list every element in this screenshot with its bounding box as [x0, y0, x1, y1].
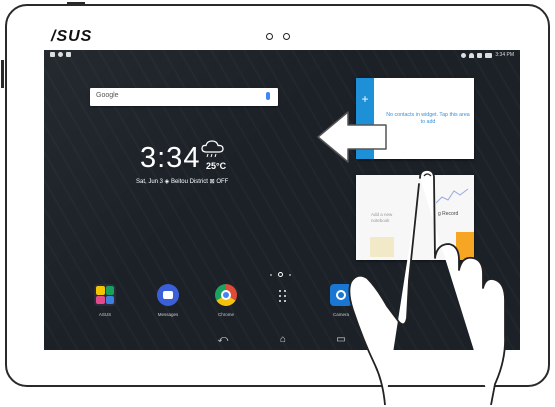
temperature: 25°C	[206, 161, 227, 171]
moon-icon	[461, 52, 467, 58]
clock-time[interactable]: 3:34	[140, 142, 200, 175]
app-label: ASUS	[98, 312, 112, 317]
rain-cloud-icon	[201, 140, 224, 158]
chrome-icon[interactable]	[215, 284, 237, 306]
status-time: 3:34 PM	[495, 52, 514, 58]
swipe-left-arrow-icon	[317, 111, 387, 163]
app-label: Messages	[157, 312, 179, 317]
light-sensor-icon	[283, 33, 290, 40]
page-dot	[289, 273, 291, 276]
mic-icon[interactable]	[266, 92, 270, 100]
app-label: Chrome	[217, 312, 234, 317]
moon-icon	[58, 52, 63, 57]
status-bar: 3:34 PM	[44, 50, 520, 62]
volume-button[interactable]	[1, 60, 4, 88]
messages-icon[interactable]	[157, 284, 179, 306]
google-logo: Google	[96, 92, 119, 99]
gallery-icon	[50, 52, 55, 57]
plus-icon[interactable]: +	[359, 93, 371, 105]
widget-message[interactable]: No contacts in widget. Tap this area to …	[386, 112, 470, 126]
hand-pointer-icon	[348, 169, 506, 405]
power-button[interactable]	[67, 2, 85, 5]
google-search-bar[interactable]: Google	[90, 88, 278, 106]
home-page-dot	[278, 272, 283, 277]
home-icon[interactable]: ⌂	[276, 334, 290, 346]
back-icon[interactable]: ⤺	[216, 334, 230, 346]
wifi-icon	[469, 52, 475, 58]
page-dot	[270, 273, 272, 276]
brand-logo: /SUS	[51, 28, 93, 45]
battery-icon	[485, 52, 493, 58]
app-drawer-icon[interactable]	[273, 284, 295, 306]
front-camera-icon	[266, 33, 273, 40]
notification-icon	[66, 52, 71, 57]
asus-folder-icon[interactable]	[94, 284, 116, 306]
date-location: Sat, Jun 3 ◈ Beitou District ⊠ OFF	[136, 179, 229, 185]
sim-icon	[477, 52, 483, 58]
page-indicator	[270, 272, 291, 277]
